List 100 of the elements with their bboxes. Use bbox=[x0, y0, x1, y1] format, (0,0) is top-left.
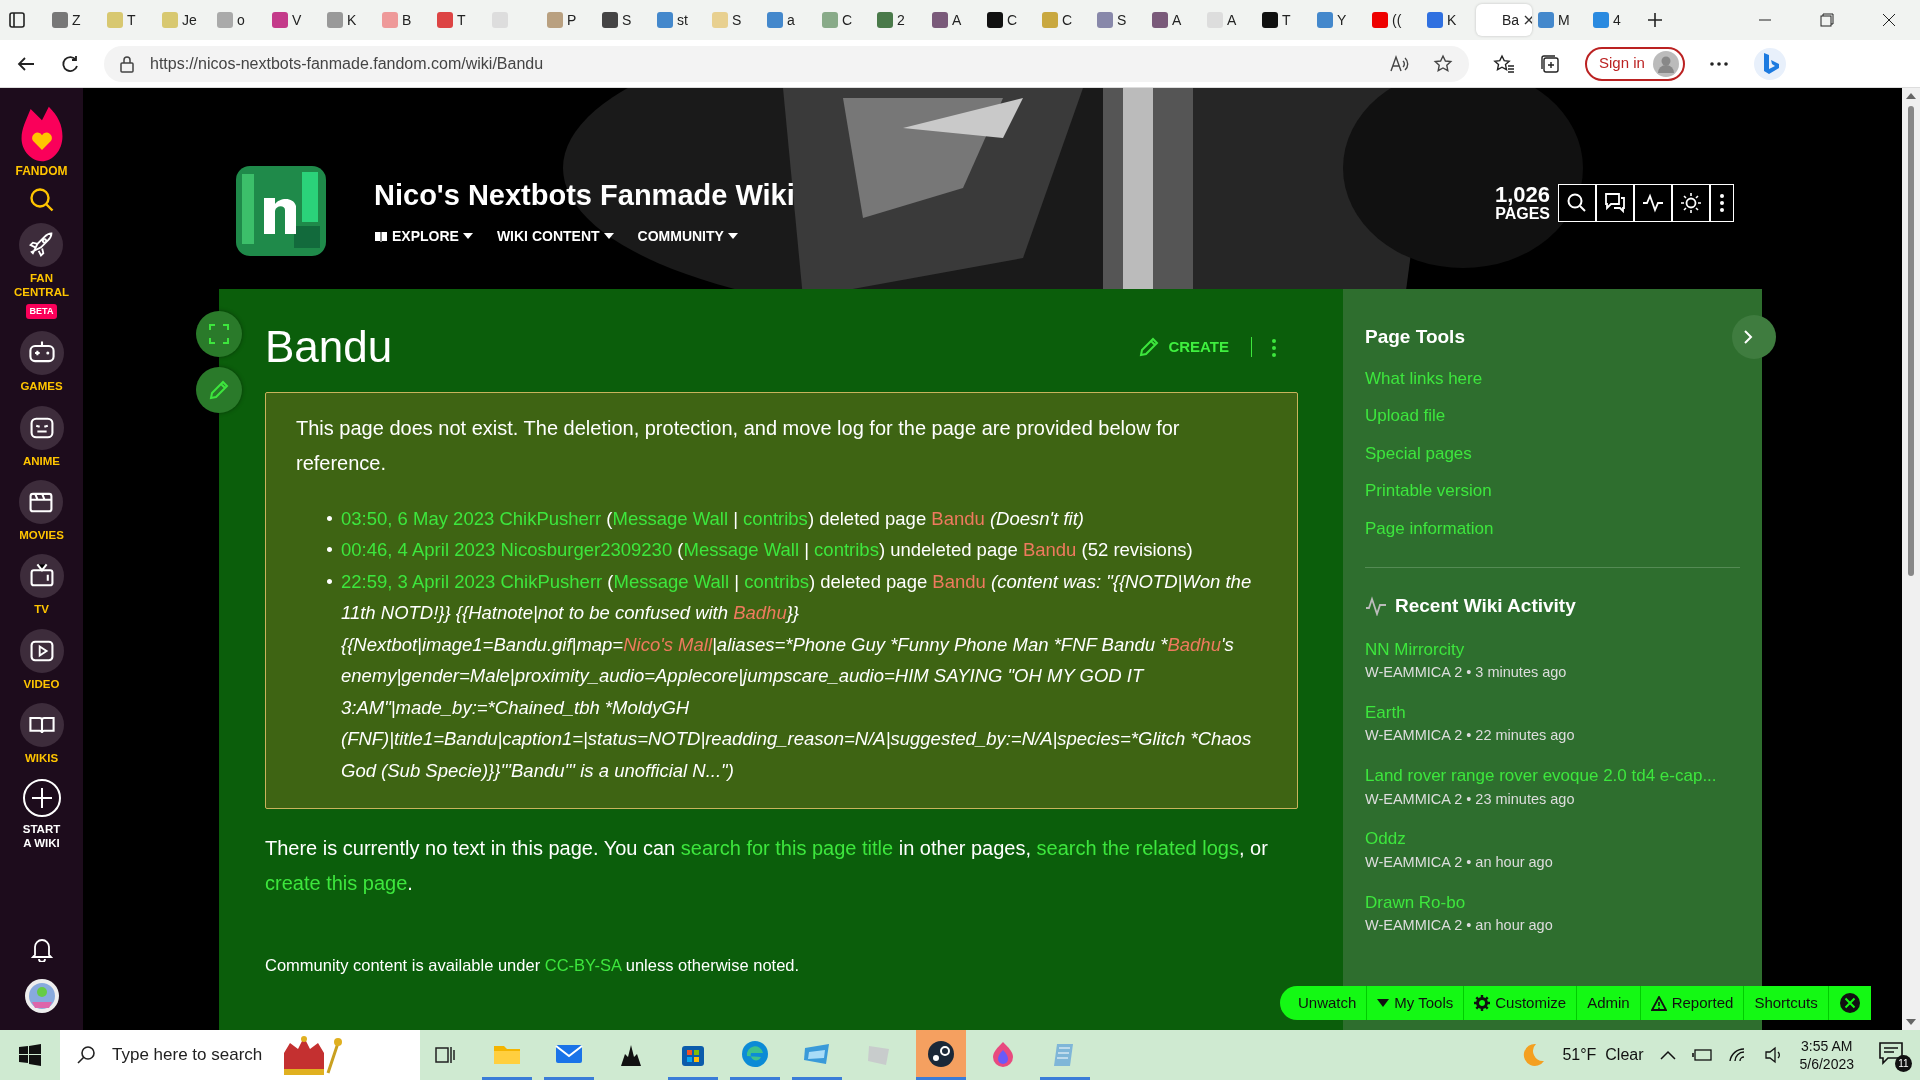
battery-icon[interactable] bbox=[1691, 1048, 1712, 1062]
discussion-button[interactable] bbox=[1596, 184, 1634, 222]
nav-link[interactable]: TV bbox=[34, 602, 49, 617]
toolbar-button[interactable]: Admin bbox=[1577, 986, 1641, 1020]
collections-icon[interactable] bbox=[1539, 52, 1561, 75]
link[interactable]: search for this page title bbox=[680, 837, 894, 860]
tv-icon[interactable] bbox=[19, 554, 64, 599]
nav-link[interactable]: MOVIES bbox=[19, 528, 64, 543]
activity-link[interactable]: Drawn Ro-bo bbox=[1365, 892, 1466, 912]
tool-link[interactable]: Page information bbox=[1365, 509, 1740, 547]
tool-link[interactable]: Printable version bbox=[1365, 472, 1740, 510]
nav-dropdown[interactable]: EXPLORE bbox=[374, 225, 473, 247]
browser-tab[interactable]: C bbox=[981, 4, 1036, 36]
more-icon[interactable] bbox=[1708, 60, 1729, 67]
url-field[interactable]: https://nicos-nextbots-fanmade.fandom.com/wiki/Bandu bbox=[150, 51, 544, 76]
favorites-icon[interactable] bbox=[1493, 53, 1515, 74]
add-icon[interactable] bbox=[21, 777, 62, 818]
browser-tab[interactable]: A bbox=[926, 4, 981, 36]
clock-time[interactable]: 3:55 AM bbox=[1799, 1036, 1854, 1055]
nav-link[interactable]: GAMES bbox=[20, 379, 63, 394]
clock-date[interactable]: 5/6/2023 bbox=[1799, 1055, 1854, 1074]
scroll-down-icon[interactable] bbox=[1906, 1018, 1916, 1026]
chevron-up-icon[interactable] bbox=[1659, 1050, 1676, 1060]
nav-link[interactable]: VIDEO bbox=[23, 676, 60, 692]
link[interactable]: CC-BY-SA bbox=[544, 956, 622, 975]
toolbar-button[interactable]: Shortcuts bbox=[1744, 986, 1829, 1020]
browser-tab[interactable]: P bbox=[541, 4, 596, 36]
browser-tab[interactable]: B bbox=[376, 4, 431, 36]
close-icon[interactable] bbox=[1882, 13, 1896, 27]
link[interactable]: Nicosburger2309230 bbox=[500, 539, 673, 561]
browser-tab[interactable]: Z bbox=[46, 4, 101, 36]
browser-tab[interactable]: A bbox=[1146, 4, 1201, 36]
nav-link[interactable]: ANIME bbox=[22, 453, 61, 468]
edit-button[interactable] bbox=[196, 367, 242, 413]
browser-tab[interactable]: o bbox=[211, 4, 266, 36]
link[interactable]: contribs bbox=[743, 507, 808, 529]
toolbar-button[interactable]: Unwatch bbox=[1288, 986, 1368, 1020]
browser-tab[interactable]: A bbox=[1201, 4, 1256, 36]
link[interactable]: contribs bbox=[814, 539, 879, 561]
link[interactable]: create this page bbox=[265, 872, 408, 895]
nav-dropdown[interactable]: COMMUNITY bbox=[637, 225, 738, 247]
close-icon[interactable] bbox=[1523, 14, 1532, 26]
browser-tab[interactable]: Y bbox=[1311, 4, 1366, 36]
book-icon[interactable] bbox=[19, 703, 64, 748]
browser-tab[interactable]: a bbox=[761, 4, 816, 36]
read-aloud-icon[interactable] bbox=[1389, 53, 1409, 74]
create-button[interactable]: CREATE bbox=[1132, 335, 1235, 360]
browser-tab[interactable]: V bbox=[266, 4, 321, 36]
scroll-up-icon[interactable] bbox=[1906, 92, 1916, 100]
activity-button[interactable] bbox=[1634, 184, 1672, 222]
restore-icon[interactable] bbox=[1820, 13, 1834, 27]
browser-tab[interactable]: C bbox=[1036, 4, 1091, 36]
browser-tab[interactable]: T bbox=[431, 4, 486, 36]
link[interactable]: Message Wall bbox=[683, 539, 799, 561]
nav-link[interactable]: START A WIKI bbox=[22, 821, 61, 851]
toolbar-button[interactable]: Reported bbox=[1640, 986, 1745, 1020]
browser-tab[interactable]: C bbox=[816, 4, 871, 36]
browser-tab[interactable]: M bbox=[1532, 4, 1587, 36]
collapse-button[interactable] bbox=[1732, 315, 1776, 359]
sign-in-button[interactable]: Sign in bbox=[1585, 46, 1685, 81]
scrollbar-thumb[interactable] bbox=[1908, 106, 1914, 576]
gamepad-icon[interactable] bbox=[19, 331, 64, 376]
brand-name[interactable]: FANDOM bbox=[15, 164, 68, 179]
browser-tab[interactable]: st bbox=[651, 4, 706, 36]
browser-tab[interactable]: T bbox=[101, 4, 156, 36]
search-icon[interactable] bbox=[28, 187, 55, 213]
activity-link[interactable]: NN Mirrorcity bbox=[1365, 639, 1465, 659]
toolbar-button[interactable]: Customize bbox=[1464, 986, 1578, 1020]
task-view-icon[interactable] bbox=[434, 1044, 456, 1066]
nav-link[interactable]: WIKIS bbox=[24, 751, 59, 766]
tab-actions-icon[interactable] bbox=[8, 11, 26, 29]
sun-button[interactable] bbox=[1672, 184, 1710, 222]
fullscreen-button[interactable] bbox=[196, 311, 242, 357]
browser-tab[interactable]: K bbox=[321, 4, 376, 36]
browser-tab[interactable]: T bbox=[1256, 4, 1311, 36]
browser-tab[interactable]: 2 bbox=[871, 4, 926, 36]
bell-icon[interactable] bbox=[29, 936, 54, 962]
play-icon[interactable] bbox=[19, 628, 64, 673]
activity-link[interactable]: Land rover range rover evoque 2.0 td4 e-cap... bbox=[1365, 766, 1717, 785]
browser-tab[interactable]: Ba bbox=[1476, 4, 1532, 36]
link[interactable]: contribs bbox=[744, 570, 809, 592]
avatar-icon[interactable] bbox=[23, 978, 60, 1014]
nav-link[interactable]: FAN CENTRAL bbox=[14, 271, 69, 300]
windows-icon[interactable] bbox=[19, 1044, 41, 1066]
browser-tab[interactable]: S bbox=[1091, 4, 1146, 36]
bing-icon[interactable] bbox=[1752, 46, 1787, 81]
rocket-icon[interactable] bbox=[19, 223, 64, 267]
nav-dropdown[interactable]: WIKI CONTENT bbox=[496, 225, 614, 247]
browser-tab[interactable]: Je bbox=[156, 4, 211, 36]
tool-link[interactable]: Upload file bbox=[1365, 397, 1740, 435]
activity-link[interactable]: Earth bbox=[1365, 702, 1406, 722]
tool-link[interactable]: What links here bbox=[1365, 359, 1740, 397]
tool-link[interactable]: Special pages bbox=[1365, 434, 1740, 472]
browser-tab[interactable]: (( bbox=[1366, 4, 1421, 36]
add-favorite-icon[interactable] bbox=[1433, 53, 1453, 74]
activity-link[interactable]: Oddz bbox=[1365, 829, 1406, 849]
link[interactable]: 03:50, 6 May 2023 bbox=[341, 507, 495, 529]
link[interactable]: ChikPusherr bbox=[500, 570, 603, 592]
clapperboard-icon[interactable] bbox=[19, 480, 64, 524]
new-tab-icon[interactable] bbox=[1646, 11, 1664, 29]
